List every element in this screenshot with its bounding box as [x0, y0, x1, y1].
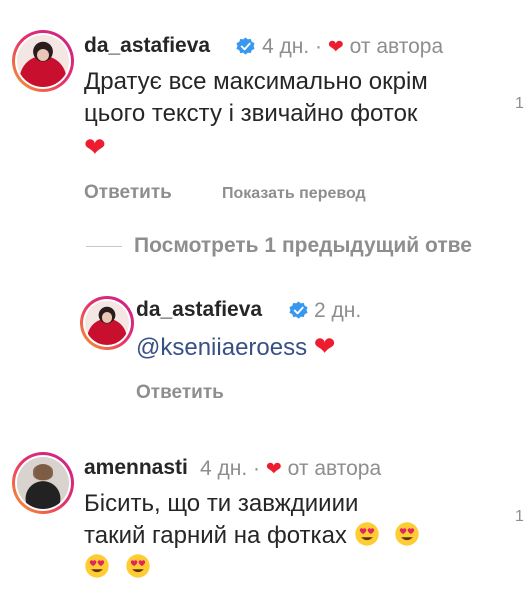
reply-username[interactable]: da_astafieva: [136, 298, 262, 322]
comment-time: 4 дн.: [262, 35, 310, 58]
heart-eyes-emoji-icon: [85, 554, 109, 578]
heart-eyes-emoji-icon: [354, 522, 379, 546]
profile-photo: [17, 35, 69, 87]
comment-username[interactable]: amennasti: [84, 456, 188, 480]
heart-emoji: ❤: [313, 331, 336, 361]
heart-icon: ❤: [265, 459, 282, 480]
show-translation-button[interactable]: Показать перевод: [222, 185, 366, 203]
author-badge: от автора: [287, 457, 382, 480]
avatar[interactable]: [12, 30, 74, 92]
comment-text-line: Дратує все максимально окрім: [84, 68, 428, 95]
comment-meta: 4 дн. · ❤ от автора: [262, 35, 443, 59]
comment-meta: 4 дн. · ❤ от автора: [200, 457, 381, 481]
author-badge: от автора: [349, 35, 444, 58]
heart-eyes-emoji-icon: [125, 554, 150, 578]
comment-text-line-with-emoji: такий гарний на фотках: [84, 520, 420, 552]
verified-badge-icon: [236, 37, 255, 55]
comment-text-line: Бісить, що ти завждииии: [84, 490, 359, 517]
verified-badge-icon: [289, 301, 308, 319]
comment-time: 4 дн.: [200, 457, 248, 480]
replies-divider: [86, 246, 122, 247]
reply-text: @kseniiaeroess ❤: [136, 330, 336, 364]
avatar[interactable]: [80, 296, 134, 350]
comment-text: Дратує все максимально окрім цього текст…: [84, 66, 428, 164]
reply-button[interactable]: Ответить: [136, 382, 224, 404]
profile-photo: [17, 457, 69, 509]
avatar[interactable]: [12, 452, 74, 514]
comment-text-line: цього тексту і звичайно фоток: [84, 100, 418, 127]
separator: ·: [315, 35, 323, 58]
heart-eyes-emoji-icon: [395, 522, 419, 546]
comment-text-line: такий гарний на фотках: [84, 522, 347, 549]
comment-text: Бісить, що ти завждииии такий гарний на …: [84, 488, 420, 584]
comment-username[interactable]: da_astafieva: [84, 34, 210, 58]
heart-emoji: ❤: [84, 132, 106, 162]
like-count: 1: [515, 508, 524, 525]
reply-time: 2 дн.: [314, 299, 362, 322]
reply-button[interactable]: Ответить: [84, 182, 172, 204]
heart-icon: ❤: [327, 37, 344, 58]
mention-link[interactable]: @kseniiaeroess: [136, 334, 307, 361]
like-count: 1: [515, 95, 524, 112]
emoji-line: [84, 552, 420, 584]
profile-photo: [85, 301, 129, 345]
view-previous-replies-button[interactable]: Посмотреть 1 предыдущий отве: [134, 234, 472, 258]
separator: ·: [253, 457, 261, 480]
